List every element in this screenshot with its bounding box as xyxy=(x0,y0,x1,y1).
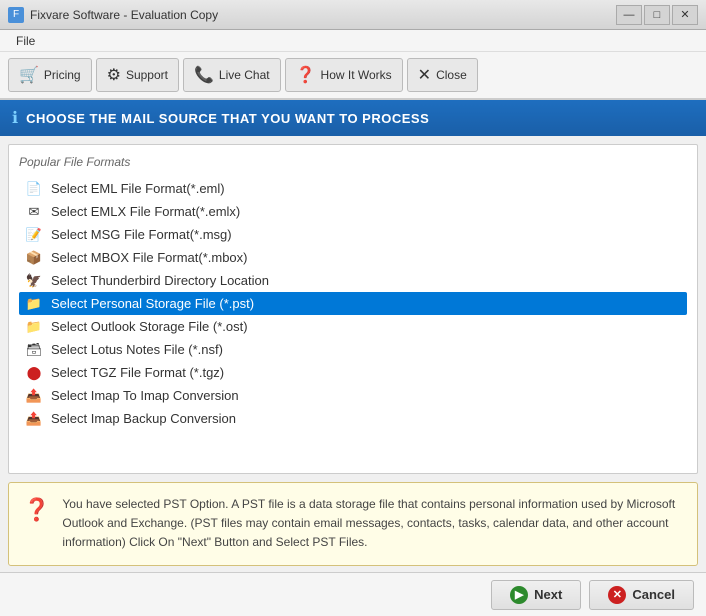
app-icon: F xyxy=(8,7,24,23)
imap-to-imap-label: Select Imap To Imap Conversion xyxy=(51,388,239,403)
eml-label: Select EML File Format(*.eml) xyxy=(51,181,225,196)
file-item-mbox[interactable]: 📦 Select MBOX File Format(*.mbox) xyxy=(19,246,687,269)
file-format-panel: Popular File Formats 📄 Select EML File F… xyxy=(8,144,698,474)
file-item-eml[interactable]: 📄 Select EML File Format(*.eml) xyxy=(19,177,687,200)
next-label: Next xyxy=(534,587,562,602)
menu-file[interactable]: File xyxy=(8,32,43,50)
toolbar-close-label: Close xyxy=(436,68,467,82)
window-title: Fixvare Software - Evaluation Copy xyxy=(30,8,218,22)
tgz-icon: ⬤ xyxy=(25,366,43,380)
pst-icon: 📁 xyxy=(25,297,43,311)
thunderbird-icon: 🦅 xyxy=(25,274,43,288)
eml-icon: 📄 xyxy=(25,182,43,196)
close-window-button[interactable]: ✕ xyxy=(672,5,698,25)
cancel-label: Cancel xyxy=(632,587,675,602)
minimize-button[interactable]: — xyxy=(616,5,642,25)
thunderbird-label: Select Thunderbird Directory Location xyxy=(51,273,269,288)
toolbar-how-it-works[interactable]: ❓ How It Works xyxy=(285,58,403,92)
info-question-icon: ❓ xyxy=(23,497,50,523)
title-bar: F Fixvare Software - Evaluation Copy — □… xyxy=(0,0,706,30)
how-it-works-label: How It Works xyxy=(321,68,392,82)
ost-icon: 📁 xyxy=(25,320,43,334)
file-item-msg[interactable]: 📝 Select MSG File Format(*.msg) xyxy=(19,223,687,246)
title-bar-left: F Fixvare Software - Evaluation Copy xyxy=(8,7,218,23)
nsf-label: Select Lotus Notes File (*.nsf) xyxy=(51,342,223,357)
info-text: You have selected PST Option. A PST file… xyxy=(62,495,683,553)
toolbar: 🛒 Pricing ⚙ Support 📞 Live Chat ❓ How It… xyxy=(0,52,706,100)
msg-label: Select MSG File Format(*.msg) xyxy=(51,227,232,242)
header-banner: ℹ CHOOSE THE MAIL SOURCE THAT YOU WANT T… xyxy=(0,100,706,136)
emlx-icon: ✉ xyxy=(25,205,43,219)
file-format-list: 📄 Select EML File Format(*.eml) ✉ Select… xyxy=(19,177,687,430)
next-icon: ▶ xyxy=(510,586,528,604)
footer: ▶ Next ✕ Cancel xyxy=(0,572,706,616)
toolbar-live-chat[interactable]: 📞 Live Chat xyxy=(183,58,281,92)
toolbar-close[interactable]: ✕ Close xyxy=(407,58,478,92)
tgz-label: Select TGZ File Format (*.tgz) xyxy=(51,365,224,380)
file-item-emlx[interactable]: ✉ Select EMLX File Format(*.emlx) xyxy=(19,200,687,223)
file-item-thunderbird[interactable]: 🦅 Select Thunderbird Directory Location xyxy=(19,269,687,292)
header-text: CHOOSE THE MAIL SOURCE THAT YOU WANT TO … xyxy=(26,111,429,126)
imap-backup-label: Select Imap Backup Conversion xyxy=(51,411,236,426)
info-box: ❓ You have selected PST Option. A PST fi… xyxy=(8,482,698,566)
nsf-icon: 🗃 xyxy=(25,343,43,357)
support-label: Support xyxy=(126,68,168,82)
how-it-works-icon: ❓ xyxy=(296,65,316,85)
toolbar-close-icon: ✕ xyxy=(418,65,431,85)
imap-to-imap-icon: 📤 xyxy=(25,389,43,403)
live-chat-label: Live Chat xyxy=(219,68,270,82)
file-item-ost[interactable]: 📁 Select Outlook Storage File (*.ost) xyxy=(19,315,687,338)
section-title: Popular File Formats xyxy=(19,155,687,169)
pst-label: Select Personal Storage File (*.pst) xyxy=(51,296,254,311)
file-item-pst[interactable]: 📁 Select Personal Storage File (*.pst) xyxy=(19,292,687,315)
mbox-label: Select MBOX File Format(*.mbox) xyxy=(51,250,248,265)
live-chat-icon: 📞 xyxy=(194,65,214,85)
title-controls: — □ ✕ xyxy=(616,5,698,25)
next-button[interactable]: ▶ Next xyxy=(491,580,581,610)
toolbar-pricing[interactable]: 🛒 Pricing xyxy=(8,58,92,92)
mbox-icon: 📦 xyxy=(25,251,43,265)
file-item-nsf[interactable]: 🗃 Select Lotus Notes File (*.nsf) xyxy=(19,338,687,361)
menu-bar: File xyxy=(0,30,706,52)
header-icon: ℹ xyxy=(12,108,18,128)
cancel-icon: ✕ xyxy=(608,586,626,604)
maximize-button[interactable]: □ xyxy=(644,5,670,25)
file-item-tgz[interactable]: ⬤ Select TGZ File Format (*.tgz) xyxy=(19,361,687,384)
toolbar-support[interactable]: ⚙ Support xyxy=(96,58,179,92)
emlx-label: Select EMLX File Format(*.emlx) xyxy=(51,204,240,219)
cancel-button[interactable]: ✕ Cancel xyxy=(589,580,694,610)
msg-icon: 📝 xyxy=(25,228,43,242)
file-item-imap-backup[interactable]: 📤 Select Imap Backup Conversion xyxy=(19,407,687,430)
imap-backup-icon: 📤 xyxy=(25,412,43,426)
support-icon: ⚙ xyxy=(107,65,121,85)
pricing-label: Pricing xyxy=(44,68,81,82)
file-item-imap-to-imap[interactable]: 📤 Select Imap To Imap Conversion xyxy=(19,384,687,407)
ost-label: Select Outlook Storage File (*.ost) xyxy=(51,319,248,334)
pricing-icon: 🛒 xyxy=(19,65,39,85)
